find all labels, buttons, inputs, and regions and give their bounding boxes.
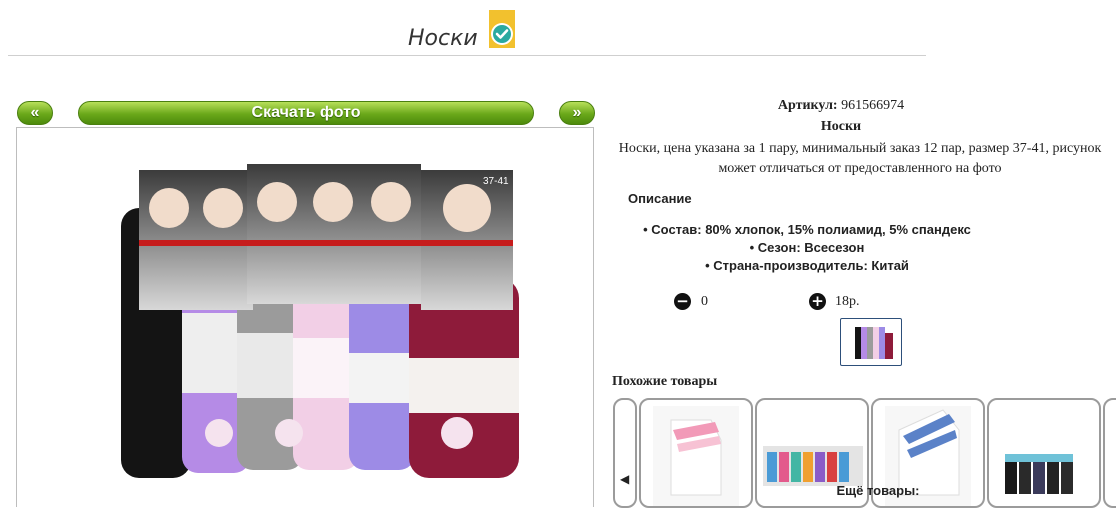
property-country: • Страна-производитель: Китай <box>705 258 909 273</box>
product-description: Носки, цена указана за 1 пару, минимальн… <box>618 141 1102 176</box>
property-season: • Сезон: Всесезон <box>749 240 865 255</box>
size-tag: 37-41 <box>483 176 509 187</box>
page-title: Носки <box>408 26 478 51</box>
sku-value: 961566974 <box>841 98 905 113</box>
photo-thumbnail[interactable] <box>840 318 902 366</box>
decrease-quantity-icon[interactable]: − <box>674 293 691 310</box>
next-photo-button[interactable]: » <box>559 101 595 125</box>
similar-item[interactable] <box>987 398 1101 508</box>
similar-item-image <box>1005 454 1073 494</box>
similar-scroll-left-button[interactable]: ◀ <box>613 398 637 508</box>
sku-line: Артикул: 961566974 <box>600 98 1082 114</box>
product-photo[interactable]: 37-41 <box>16 127 594 507</box>
description-heading: Описание <box>628 191 692 206</box>
sku-label: Артикул: <box>777 98 838 113</box>
thumbnail-image <box>855 327 893 359</box>
similar-products-heading: Похожие товары <box>612 374 718 389</box>
download-photo-button[interactable]: Скачать фото <box>78 101 534 125</box>
property-composition: • Состав: 80% хлопок, 15% полиамид, 5% с… <box>643 222 971 237</box>
price-value: 18р. <box>835 294 860 309</box>
quantity-value: 0 <box>701 294 708 309</box>
more-products-heading: Ещё товары: <box>836 483 920 498</box>
header-divider <box>8 55 926 56</box>
similar-scroll-right-button[interactable] <box>1103 398 1116 508</box>
similar-item-image <box>653 406 739 506</box>
increase-quantity-icon[interactable]: + <box>809 293 826 310</box>
verified-badge-icon <box>489 10 515 48</box>
arrow-left-icon: ◀ <box>620 472 630 486</box>
product-name: Носки <box>820 119 862 134</box>
socks-image: 37-41 <box>121 164 519 478</box>
similar-item[interactable] <box>639 398 753 508</box>
previous-photo-button[interactable]: « <box>17 101 53 125</box>
